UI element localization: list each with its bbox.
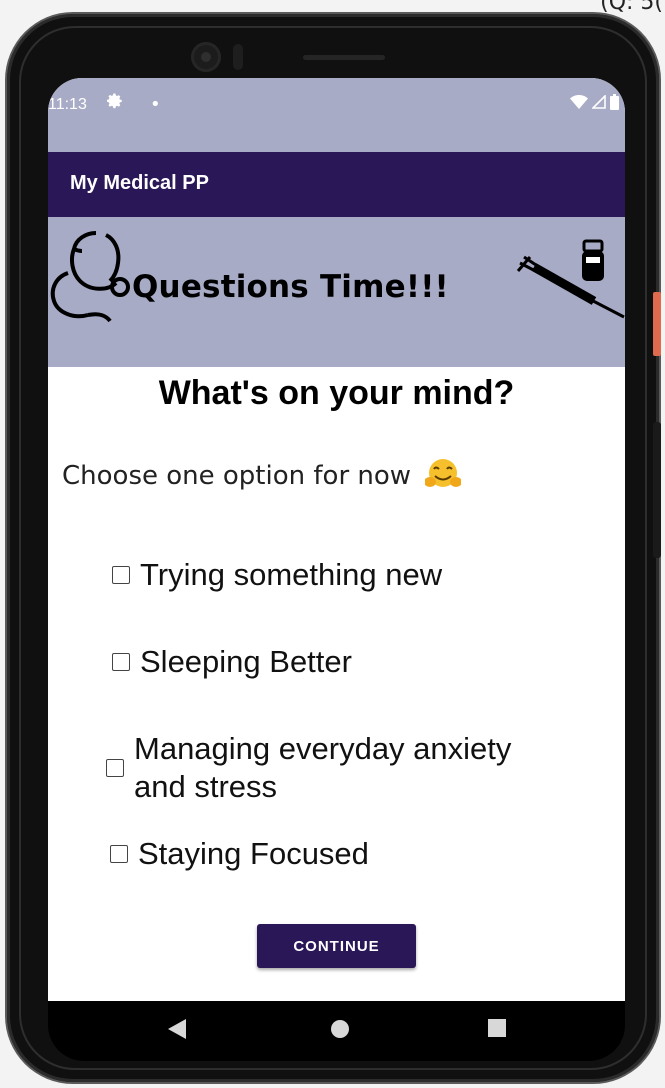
back-triangle-icon[interactable]	[168, 1019, 186, 1039]
option-label: Sleeping Better	[140, 644, 352, 679]
notification-dot: •	[150, 94, 161, 115]
app-bar: My Medical PP	[48, 152, 625, 217]
front-camera-icon	[191, 42, 221, 72]
battery-icon	[610, 94, 619, 110]
banner-title: Questions Time!!!	[132, 269, 449, 305]
home-circle-icon[interactable]	[330, 1019, 350, 1039]
option-checkbox[interactable]	[106, 759, 124, 777]
option-managing-anxiety[interactable]: Managing everyday anxiety and stress	[106, 730, 524, 806]
syringe-vial-icon	[516, 239, 625, 319]
app-title: My Medical PP	[70, 172, 209, 194]
option-label: Managing everyday anxiety and stress	[134, 731, 512, 804]
subline-text: Choose one option for now	[62, 458, 462, 491]
option-sleeping-better[interactable]: Sleeping Better	[112, 642, 352, 682]
wifi-icon	[570, 95, 588, 109]
stethoscope-icon	[50, 231, 130, 323]
volume-button[interactable]	[653, 422, 661, 558]
system-nav-bar	[48, 1001, 625, 1061]
page-headline: What's on your mind?	[158, 374, 515, 412]
status-icons	[570, 94, 619, 110]
questions-banner: Questions Time!!!	[48, 217, 625, 367]
emulator-window: (Q: 5( 11:13 • My Medical PP Questions T…	[0, 0, 665, 1088]
option-staying-focused[interactable]: Staying Focused	[110, 834, 369, 874]
phone-screen: 11:13 • My Medical PP Questions Time!!! …	[48, 78, 625, 1001]
hugging-face-emoji-icon	[425, 459, 462, 487]
status-time: 11:13	[48, 96, 87, 113]
earpiece-speaker	[303, 55, 385, 60]
proximity-sensor	[233, 44, 243, 70]
gear-icon	[106, 92, 124, 115]
subline-label: Choose one option for now	[62, 461, 412, 491]
power-button[interactable]	[653, 292, 661, 356]
option-checkbox[interactable]	[110, 845, 128, 863]
camera-lens	[201, 52, 211, 62]
option-checkbox[interactable]	[112, 653, 130, 671]
signal-icon	[592, 95, 606, 109]
cropped-corner-text: (Q: 5(	[600, 0, 663, 15]
option-checkbox[interactable]	[112, 566, 130, 584]
option-trying-something-new[interactable]: Trying something new	[112, 555, 442, 595]
status-bar: 11:13 •	[48, 78, 625, 152]
option-label: Trying something new	[140, 557, 443, 592]
continue-button[interactable]: CONTINUE	[257, 924, 416, 968]
option-label: Staying Focused	[138, 836, 369, 871]
recent-square-icon[interactable]	[488, 1019, 506, 1037]
